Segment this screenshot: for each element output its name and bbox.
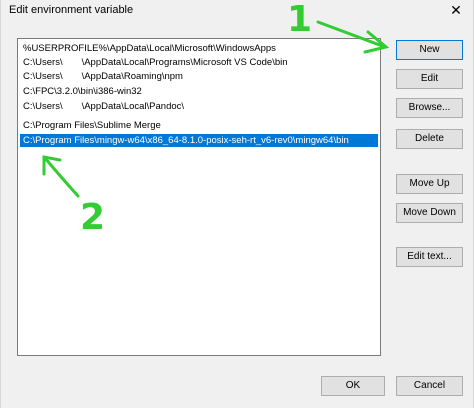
edit-text-button[interactable]: Edit text... <box>396 247 463 267</box>
step-1-label: 1 <box>287 0 313 40</box>
list-item[interactable]: C:\FPC\3.2.0\bin\i386-win32 <box>20 85 378 98</box>
move-down-button[interactable]: Move Down <box>396 203 463 223</box>
edit-environment-variable-dialog: Edit environment variable ✕ %USERPROFILE… <box>0 0 474 408</box>
list-item[interactable]: C:\Users\ \AppData\Roaming\npm <box>20 70 378 83</box>
list-item[interactable]: C:\Program Files\Sublime Merge <box>20 119 378 132</box>
ok-button[interactable]: OK <box>321 376 385 396</box>
cancel-button[interactable]: Cancel <box>396 376 463 396</box>
move-up-button[interactable]: Move Up <box>396 174 463 194</box>
path-list[interactable]: %USERPROFILE%\AppData\Local\Microsoft\Wi… <box>17 38 381 356</box>
step-2-label: 2 <box>80 197 106 238</box>
list-item[interactable]: %USERPROFILE%\AppData\Local\Microsoft\Wi… <box>20 42 378 55</box>
list-item-selected[interactable]: C:\Program Files\mingw-w64\x86_64-8.1.0-… <box>20 134 378 147</box>
delete-button[interactable]: Delete <box>396 129 463 149</box>
window-title: Edit environment variable <box>9 4 134 16</box>
list-item[interactable]: C:\Users\ \AppData\Local\Programs\Micros… <box>20 56 378 69</box>
edit-button[interactable]: Edit <box>396 69 463 89</box>
browse-button[interactable]: Browse... <box>396 98 463 118</box>
close-icon[interactable]: ✕ <box>447 0 465 20</box>
new-button[interactable]: New <box>396 40 463 60</box>
list-item[interactable]: C:\Users\ \AppData\Local\Pandoc\ <box>20 100 378 113</box>
